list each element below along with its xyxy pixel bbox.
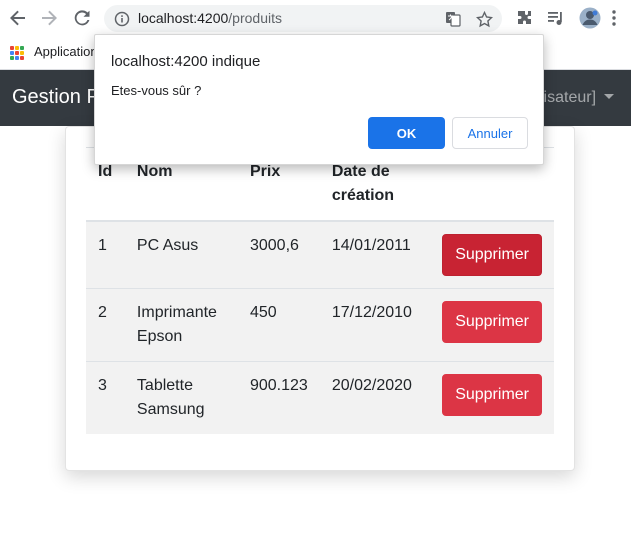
browser-menu-icon[interactable] xyxy=(607,8,621,28)
table-row: 1 PC Asus 3000,6 14/01/2011 Supprimer xyxy=(86,220,554,289)
info-icon[interactable] xyxy=(113,10,131,28)
cell-date: 17/12/2010 xyxy=(319,288,431,362)
cancel-button[interactable]: Annuler xyxy=(452,117,528,149)
navbar-brand[interactable]: Gestion P xyxy=(12,86,100,109)
cell-prix: 3000,6 xyxy=(237,220,320,289)
address-bar[interactable]: localhost:4200/produits xyxy=(104,5,502,32)
url-path: /produits xyxy=(228,10,282,26)
reload-button[interactable] xyxy=(70,6,94,30)
forward-arrow-icon xyxy=(42,10,57,26)
cell-action: Supprimer xyxy=(430,288,554,362)
products-card: Id Nom Prix Date de création 1 PC Asus 30… xyxy=(65,126,575,471)
header-date-line2: création xyxy=(331,187,395,204)
dialog-title: localhost:4200 indique xyxy=(111,53,261,70)
dialog-message: Etes-vous sûr ? xyxy=(111,83,202,98)
cell-nom: Imprimante Epson xyxy=(124,288,238,362)
cell-action: Supprimer xyxy=(430,220,554,289)
cell-nom: Tablette Samsung xyxy=(124,361,238,434)
delete-button[interactable]: Supprimer xyxy=(442,301,542,343)
user-dropdown-label: lisateur] xyxy=(540,89,597,106)
profile-avatar[interactable] xyxy=(579,7,601,29)
star-bookmark-icon[interactable] xyxy=(475,10,493,28)
cell-prix: 450 xyxy=(237,288,320,362)
user-dropdown[interactable]: lisateur] xyxy=(540,89,615,107)
cell-date: 14/01/2011 xyxy=(319,220,431,289)
cell-action: Supprimer xyxy=(430,361,554,434)
header-date-line1: Date de xyxy=(331,163,390,180)
delete-button[interactable]: Supprimer xyxy=(442,234,542,276)
back-button[interactable] xyxy=(6,6,30,30)
cell-nom: PC Asus xyxy=(124,220,238,289)
forward-button[interactable] xyxy=(37,6,61,30)
translate-icon[interactable] xyxy=(444,10,462,28)
products-table: Id Nom Prix Date de création 1 PC Asus 30… xyxy=(86,148,554,434)
cell-id: 2 xyxy=(86,288,125,362)
confirm-dialog: localhost:4200 indique Etes-vous sûr ? O… xyxy=(94,34,544,165)
table-row: 2 Imprimante Epson 450 17/12/2010 Suppri… xyxy=(86,288,554,362)
url-host: localhost:4200 xyxy=(138,10,229,26)
reload-icon xyxy=(74,10,90,26)
url-text: localhost:4200/produits xyxy=(138,10,282,26)
media-playlist-icon[interactable] xyxy=(546,8,566,28)
caret-down-icon xyxy=(604,94,615,99)
cell-date: 20/02/2020 xyxy=(319,361,431,434)
cell-prix: 900.123 xyxy=(237,361,320,434)
delete-button[interactable]: Supprimer xyxy=(442,374,542,416)
cell-id: 3 xyxy=(86,361,125,434)
apps-grid-icon[interactable] xyxy=(10,46,24,60)
extensions-icon[interactable] xyxy=(514,8,534,28)
ok-button[interactable]: OK xyxy=(368,117,445,149)
browser-toolbar: localhost:4200/produits xyxy=(0,0,631,37)
browser-window: localhost:4200/produits Applications Ges… xyxy=(0,0,631,542)
table-row: 3 Tablette Samsung 900.123 20/02/2020 Su… xyxy=(86,361,554,434)
cell-id: 1 xyxy=(86,220,125,289)
back-arrow-icon xyxy=(10,10,25,26)
